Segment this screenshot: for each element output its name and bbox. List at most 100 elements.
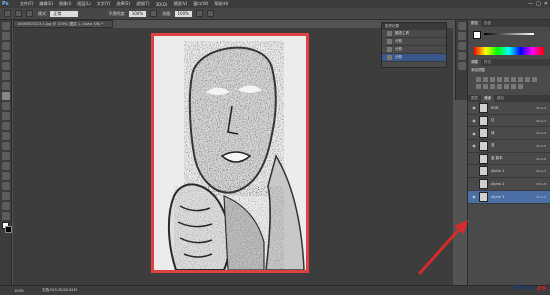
type-tool-icon[interactable]	[2, 172, 10, 180]
hand-tool-icon[interactable]	[2, 202, 10, 210]
pen-tool-icon[interactable]	[2, 162, 10, 170]
eyedropper-tool-icon[interactable]	[2, 72, 10, 80]
visibility-eye-icon[interactable]: ◉	[471, 143, 477, 149]
brush-tool-icon-selected[interactable]	[2, 92, 10, 100]
menu-item-3d[interactable]: 3D(D)	[156, 2, 168, 7]
brush-tool-icon[interactable]	[4, 10, 11, 17]
lasso-tool-icon[interactable]	[2, 42, 10, 50]
visibility-eye-icon[interactable]: ◉	[471, 194, 477, 200]
levels-icon[interactable]	[483, 77, 488, 82]
history-panel-title[interactable]: 历史记录	[382, 23, 446, 30]
move-tool-icon[interactable]	[2, 22, 10, 30]
opacity-input[interactable]: 100%	[128, 10, 147, 17]
eraser-tool-icon[interactable]	[2, 122, 10, 130]
color-lookup-icon[interactable]	[490, 84, 495, 89]
properties-panel-icon[interactable]	[458, 42, 466, 50]
history-item[interactable]: 圆选工具	[382, 30, 446, 38]
actions-panel-icon[interactable]	[458, 32, 466, 40]
quick-select-tool-icon[interactable]	[2, 52, 10, 60]
visibility-eye-icon[interactable]: ◉	[471, 130, 477, 136]
flow-input[interactable]: 100%	[174, 10, 192, 17]
minimize-button[interactable]: —	[528, 0, 533, 8]
visibility-eye-icon[interactable]: ◉	[471, 105, 477, 111]
channel-row[interactable]: Alpha 1 Ctrl+7	[468, 165, 550, 179]
menu-item-view[interactable]: 视图(V)	[173, 1, 187, 7]
mode-select[interactable]: 正常	[50, 10, 79, 17]
gradient-tool-icon[interactable]	[2, 132, 10, 140]
tab-paths[interactable]: 路径	[494, 95, 507, 102]
hue-sat-icon[interactable]	[518, 77, 523, 82]
pressure-size-icon[interactable]	[206, 10, 214, 17]
history-item[interactable]: 分割	[382, 46, 446, 54]
channel-row[interactable]: 蓝 副本 Ctrl+6	[468, 153, 550, 166]
menu-item-layer[interactable]: 图层(L)	[77, 1, 90, 7]
channel-row[interactable]: ◉ 红 Ctrl+3	[468, 115, 550, 128]
history-item-selected[interactable]: 分割	[382, 54, 446, 62]
posterize-icon[interactable]	[504, 84, 509, 89]
healing-tool-icon[interactable]	[2, 82, 10, 90]
stamp-tool-icon[interactable]	[2, 102, 10, 110]
brush-panel-icon[interactable]	[26, 10, 33, 17]
background-color[interactable]	[5, 226, 12, 233]
channel-row[interactable]: ◉ 绿 Ctrl+4	[468, 127, 550, 141]
zoom-tool-icon[interactable]	[2, 212, 10, 220]
invert-icon[interactable]	[497, 84, 502, 89]
visibility-eye-icon[interactable]: ◉	[471, 118, 477, 124]
tab-color[interactable]: 颜色	[468, 20, 481, 27]
color-spectrum[interactable]	[474, 47, 544, 55]
tab-layers[interactable]: 图层	[468, 95, 481, 102]
airbrush-icon[interactable]	[195, 10, 203, 17]
info-panel-icon[interactable]	[458, 52, 466, 60]
zoom-level[interactable]: 100%	[14, 289, 24, 293]
gradient-map-icon[interactable]	[511, 77, 516, 82]
dodge-tool-icon[interactable]	[2, 152, 10, 160]
tab-swatches[interactable]: 色板	[481, 20, 494, 27]
history-item[interactable]: 分割	[382, 38, 446, 46]
exposure-icon[interactable]	[497, 77, 502, 82]
color-slider[interactable]	[484, 33, 534, 35]
tab-styles[interactable]: 样式	[481, 59, 494, 66]
menu-item-help[interactable]: 帮助(H)	[214, 1, 228, 7]
menu-item-filter[interactable]: 滤镜(T)	[136, 1, 150, 7]
menu-item-edit[interactable]: 编辑(E)	[39, 1, 53, 7]
vibrance-icon[interactable]	[504, 77, 509, 82]
color-swatches[interactable]	[2, 222, 12, 236]
path-select-tool-icon[interactable]	[2, 182, 10, 190]
close-button[interactable]: ✕	[544, 0, 548, 8]
menu-item-window[interactable]: 窗口(W)	[193, 1, 208, 7]
color-balance-icon[interactable]	[525, 77, 530, 82]
pressure-opacity-icon[interactable]	[150, 10, 158, 17]
history-panel-icon[interactable]	[458, 22, 466, 30]
document-canvas[interactable]	[151, 33, 309, 273]
curves-icon[interactable]	[490, 77, 495, 82]
brush-preset-icon[interactable]	[15, 10, 22, 17]
shape-tool-icon[interactable]	[2, 192, 10, 200]
selective-color-icon[interactable]	[518, 84, 523, 89]
maximize-button[interactable]: □	[536, 0, 541, 8]
document-info[interactable]: 文档:925.2K/25.61M	[42, 288, 77, 293]
menu-item-file[interactable]: 文件(F)	[20, 1, 33, 7]
history-brush-tool-icon[interactable]	[2, 112, 10, 120]
brightness-icon[interactable]	[476, 77, 481, 82]
photo-filter-icon[interactable]	[476, 84, 481, 89]
visibility-eye-icon[interactable]	[471, 168, 477, 174]
marquee-tool-icon[interactable]	[2, 32, 10, 40]
threshold-icon[interactable]	[511, 84, 516, 89]
channel-row[interactable]: ◉ Alpha 3 Ctrl+9	[468, 190, 550, 204]
fg-color-chip[interactable]	[473, 31, 481, 39]
menu-item-select[interactable]: 选择(S)	[116, 1, 130, 7]
blur-tool-icon[interactable]	[2, 142, 10, 150]
channel-row[interactable]: Alpha 2 Ctrl+8	[468, 178, 550, 191]
menu-item-image[interactable]: 图像(I)	[59, 1, 71, 7]
document-tab[interactable]: 16090503213-1.jpg @ 100% (图层 1, Alpha 3/…	[13, 20, 113, 28]
channel-row[interactable]: ◉ 蓝 Ctrl+5	[468, 140, 550, 153]
visibility-eye-icon[interactable]	[471, 156, 477, 162]
tab-channels[interactable]: 通道	[481, 95, 494, 102]
bw-icon[interactable]	[532, 77, 537, 82]
crop-tool-icon[interactable]	[2, 62, 10, 70]
menu-item-type[interactable]: 文字(Y)	[97, 1, 111, 7]
channel-row[interactable]: ◉ RGB Ctrl+2	[468, 102, 550, 115]
paragraph-panel-icon[interactable]	[458, 62, 466, 70]
tab-adjustments[interactable]: 调整	[468, 59, 481, 66]
channel-mixer-icon[interactable]	[483, 84, 488, 89]
